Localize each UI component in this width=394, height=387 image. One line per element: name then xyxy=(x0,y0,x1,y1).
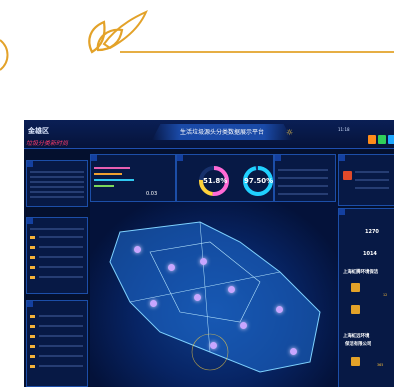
table-row xyxy=(39,365,83,367)
company-value-1: 12 xyxy=(383,293,388,297)
sun-icon: ☼ xyxy=(286,128,294,137)
table-row xyxy=(30,228,84,230)
building-icon xyxy=(351,283,360,292)
stat-value-2: 1014 xyxy=(363,251,377,257)
progress-bar xyxy=(94,167,130,169)
table-row xyxy=(355,171,389,173)
panel-title-bar xyxy=(27,218,33,224)
table-row xyxy=(30,191,84,193)
header-button-orange[interactable] xyxy=(368,135,376,144)
table-row xyxy=(30,181,84,183)
medal-icon xyxy=(30,266,35,269)
table-row xyxy=(39,325,83,327)
stats-panel-bars: 0.03 xyxy=(90,154,176,202)
table-row xyxy=(355,179,389,181)
header-button-green[interactable] xyxy=(378,135,386,144)
stats-panel-numbers xyxy=(274,154,336,202)
panel-title-bar xyxy=(27,161,33,167)
left-panel-middle xyxy=(26,217,88,294)
medal-icon xyxy=(30,355,35,358)
left-panel-bottom xyxy=(26,300,88,387)
company-name-1: 上海虹腾环境保洁 xyxy=(343,270,379,275)
title-banner: 生活垃圾源头分类数据展示平台 xyxy=(152,124,292,140)
district-map[interactable] xyxy=(90,202,338,387)
dashboard-screenshot: 金雄区 垃圾分类新时尚 生活垃圾源头分类数据展示平台 ☼ 11:18 0.03 … xyxy=(24,120,394,387)
panel-title-bar xyxy=(339,209,345,215)
medal-icon xyxy=(30,276,35,279)
table-row xyxy=(30,186,84,188)
progress-bar xyxy=(94,185,114,187)
table-row xyxy=(39,315,83,317)
map-marker[interactable] xyxy=(290,348,297,355)
panel-title-bar xyxy=(27,301,33,307)
table-row xyxy=(39,355,83,357)
truck-icon xyxy=(343,171,352,180)
stat-value-1: 1270 xyxy=(365,229,379,235)
dashboard-header: 金雄区 垃圾分类新时尚 生活垃圾源头分类数据展示平台 ☼ 11:18 xyxy=(24,120,394,149)
medal-icon xyxy=(30,246,35,249)
map-marker[interactable] xyxy=(150,300,157,307)
district-label: 金雄区 xyxy=(28,127,49,135)
table-row xyxy=(278,193,328,195)
map-marker[interactable] xyxy=(240,322,247,329)
company-name-2-line2: 保洁有限公司 xyxy=(345,342,372,347)
small-value: 0.03 xyxy=(146,191,158,197)
slogan-text: 垃圾分类新时尚 xyxy=(26,140,69,147)
table-row xyxy=(39,246,83,248)
progress-bar xyxy=(94,173,122,175)
table-row xyxy=(30,196,84,198)
table-row xyxy=(278,185,328,187)
panel-title-bar xyxy=(177,155,183,161)
map-marker[interactable] xyxy=(210,342,217,349)
rate-gauges-panel: 51.8% 97.50% xyxy=(176,154,274,202)
table-row xyxy=(30,171,84,173)
table-row xyxy=(39,345,83,347)
table-row xyxy=(278,177,328,179)
table-row xyxy=(355,187,389,189)
map-marker[interactable] xyxy=(228,286,235,293)
decorative-leaf-header xyxy=(0,10,394,71)
panel-title-bar xyxy=(275,155,281,161)
panel-title-bar xyxy=(91,155,97,161)
map-marker[interactable] xyxy=(276,306,283,313)
gauge-value-2: 97.50% xyxy=(244,177,274,185)
gauge-value-1: 51.8% xyxy=(203,177,228,185)
map-marker[interactable] xyxy=(194,294,201,301)
medal-icon xyxy=(30,335,35,338)
header-button-blue[interactable] xyxy=(388,135,394,144)
table-row xyxy=(39,335,83,337)
company-value-2: 365 xyxy=(377,363,384,367)
map-landmass xyxy=(109,221,321,373)
medal-icon xyxy=(30,365,35,368)
table-row xyxy=(39,256,83,258)
map-marker[interactable] xyxy=(134,246,141,253)
progress-bar xyxy=(94,179,134,181)
table-row xyxy=(39,236,83,238)
table-row xyxy=(278,169,328,171)
table-row xyxy=(39,276,83,278)
medal-icon xyxy=(30,256,35,259)
page-title: 生活垃圾源头分类数据展示平台 xyxy=(179,129,264,136)
medal-icon xyxy=(30,345,35,348)
medal-icon xyxy=(30,325,35,328)
panel-title-bar xyxy=(339,155,345,161)
table-row xyxy=(30,176,84,178)
right-panel-companies: 1270 1014 上海虹腾环境保洁 12 上海虹远环境 保洁有限公司 365 xyxy=(338,208,394,387)
building-icon xyxy=(351,357,360,366)
right-panel-top xyxy=(338,154,394,206)
table-row xyxy=(39,266,83,268)
medal-icon xyxy=(30,315,35,318)
company-name-2: 上海虹远环境 xyxy=(343,334,370,339)
medal-icon xyxy=(30,236,35,239)
map-marker[interactable] xyxy=(200,258,207,265)
left-panel-top xyxy=(26,160,88,207)
map-marker[interactable] xyxy=(168,264,175,271)
clock-time: 11:18 xyxy=(338,127,350,132)
building-icon xyxy=(351,305,360,314)
